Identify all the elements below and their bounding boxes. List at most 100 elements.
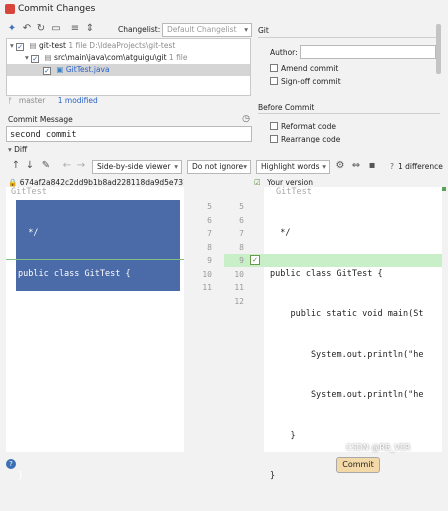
line-number: 6 [239, 215, 244, 225]
tree-folder-row[interactable]: ▾ ✓ ▤ src\main\java\com\atguigu\git 1 fi… [25, 52, 188, 64]
chevron-down-icon: ▾ [243, 162, 247, 171]
java-file-icon: ▣ [56, 65, 64, 74]
left-line-numbers: 5 6 7 8 9 10 11 [190, 200, 212, 295]
right-revision-label: Your version [267, 178, 313, 187]
separator [258, 37, 440, 38]
reformat-code-label: Reformat code [281, 122, 336, 131]
code-line: System.out.println("he [270, 349, 424, 360]
code-line: */ [270, 228, 291, 238]
expand-all-icon[interactable]: ≡ [69, 22, 81, 36]
line-number: 12 [234, 296, 244, 306]
branch-status: ᚠ master 1 modified [8, 96, 98, 105]
changelist-value: Default Changelist [167, 25, 237, 34]
edit-icon[interactable]: ▭ [50, 22, 62, 36]
right-revision-header: ☑ Your version [254, 178, 313, 187]
help-icon[interactable]: ? [6, 459, 16, 469]
highlight-dropdown[interactable]: Highlight words ▾ [256, 160, 330, 174]
settings-icon[interactable]: ⚙ [334, 159, 346, 173]
lock-icon[interactable]: ▪ [366, 159, 378, 173]
changelist-label: Changelist: [118, 25, 161, 34]
diff-gutter: 5 6 7 8 9 10 11 5 6 7 8 9 10 11 12 ✓ [184, 187, 264, 452]
commit-message-section: Commit Message ◷ [8, 114, 252, 124]
diff-section-header[interactable]: ▾ Diff [8, 145, 27, 154]
reformat-code-option[interactable]: Reformat code [270, 122, 336, 131]
apply-change-checkbox[interactable]: ✓ [250, 255, 260, 265]
refresh-icon[interactable]: ✦ [6, 22, 18, 36]
code-line: } [270, 430, 296, 441]
author-input[interactable] [300, 45, 436, 59]
commit-button[interactable]: Commit [336, 457, 380, 473]
arrow-up-icon[interactable]: ↑ [10, 159, 22, 173]
undo-icon[interactable]: ↶ [21, 22, 33, 36]
branch-name: master [18, 96, 46, 105]
checkbox[interactable] [270, 135, 278, 143]
changelist-dropdown[interactable]: Default Changelist ▾ [162, 23, 252, 37]
right-panel-scrollbar[interactable] [436, 24, 441, 74]
line-number: 8 [207, 242, 212, 252]
rearrange-code-option[interactable]: Rearrange code [270, 135, 340, 143]
app-icon [5, 4, 15, 14]
diff-toolbar: ↑ ↓ ✎ ← → Side-by-side viewer ▾ Do not i… [6, 156, 444, 178]
whitespace-dropdown[interactable]: Do not ignore ▾ [187, 160, 251, 174]
chevron-down-icon: ▾ [25, 53, 29, 62]
code-line: public static void main(St [270, 309, 424, 319]
diff-scroll-gutter[interactable] [442, 187, 446, 452]
tree-root-row[interactable]: ▾ ✓ ▤ git-test 1 file D:\IdeaProjects\gi… [10, 40, 175, 52]
line-number: 9 [239, 256, 244, 265]
tree-file-row[interactable]: ✓ ▣ GitTest.java [7, 64, 250, 76]
title-bar: Commit Changes [0, 0, 448, 20]
viewer-value: Side-by-side viewer [97, 162, 171, 171]
checkbox[interactable]: ✓ [31, 55, 40, 63]
chevron-down-icon: ▾ [10, 41, 14, 50]
modified-count[interactable]: 1 modified [58, 96, 98, 105]
diff-insert-marker [6, 259, 184, 260]
code-line: } [18, 471, 24, 481]
signoff-commit-option[interactable]: Sign-off commit [270, 77, 341, 86]
code-line: */ [18, 228, 39, 238]
code-line: System.out.println("he [270, 390, 424, 400]
tree-folder-name: src\main\java\com\atguigu\git [54, 53, 167, 62]
line-number: 7 [207, 229, 212, 238]
chevron-down-icon: ▾ [244, 25, 248, 34]
folder-icon: ▤ [29, 41, 37, 50]
signoff-commit-label: Sign-off commit [281, 77, 341, 86]
amend-commit-option[interactable]: Amend commit [270, 64, 338, 73]
history-icon[interactable]: ◷ [242, 114, 250, 124]
git-section-title: Git [258, 26, 269, 35]
amend-commit-label: Amend commit [281, 64, 339, 73]
arrow-right-icon[interactable]: → [75, 159, 87, 173]
left-file-name: GitTest [11, 187, 47, 197]
help-icon[interactable]: ? [390, 162, 394, 171]
code-line: } [18, 430, 44, 441]
tree-root-meta: 1 file D:\IdeaProjects\git-test [68, 41, 176, 50]
left-revision-header: 🔒 674af2a842c2dd9b1b8ad228118da9d5e731a2… [8, 178, 184, 187]
viewer-dropdown[interactable]: Side-by-side viewer ▾ [92, 160, 182, 174]
right-diff-pane[interactable]: GitTest */ public class GitTest { public… [264, 187, 442, 481]
checkbox[interactable] [270, 77, 278, 85]
changes-tree: ▾ ✓ ▤ git-test 1 file D:\IdeaProjects\gi… [6, 38, 251, 96]
refresh-icon[interactable]: ↻ [35, 22, 47, 36]
code-line: public class GitTest { [18, 268, 131, 279]
edit-icon[interactable]: ✎ [40, 159, 52, 173]
line-number: 11 [234, 283, 244, 292]
whitespace-value: Do not ignore [192, 162, 244, 171]
code-line: public class GitTest { [270, 268, 383, 279]
arrow-left-icon[interactable]: ← [61, 159, 73, 173]
line-number: 10 [202, 269, 212, 279]
tree-root-name: git-test [39, 41, 66, 50]
chevron-down-icon: ▾ [8, 145, 12, 154]
checkbox[interactable]: ✓ [16, 43, 25, 51]
diff-label: Diff [14, 145, 28, 154]
line-number: 8 [239, 242, 244, 252]
collapse-icon[interactable]: ⇔ [350, 159, 362, 173]
commit-message-input[interactable]: second commit [6, 126, 252, 142]
checkbox[interactable]: ✓ [43, 67, 51, 75]
commit-message-label: Commit Message [8, 115, 73, 124]
author-label: Author: [270, 48, 298, 57]
tree-folder-meta: 1 file [168, 53, 188, 62]
checkbox[interactable] [270, 122, 278, 130]
collapse-all-icon[interactable]: ⇕ [84, 22, 96, 36]
left-diff-pane[interactable]: GitTest */ public class GitTest { public… [6, 187, 184, 481]
arrow-down-icon[interactable]: ↓ [24, 159, 36, 173]
checkbox[interactable] [270, 64, 278, 72]
